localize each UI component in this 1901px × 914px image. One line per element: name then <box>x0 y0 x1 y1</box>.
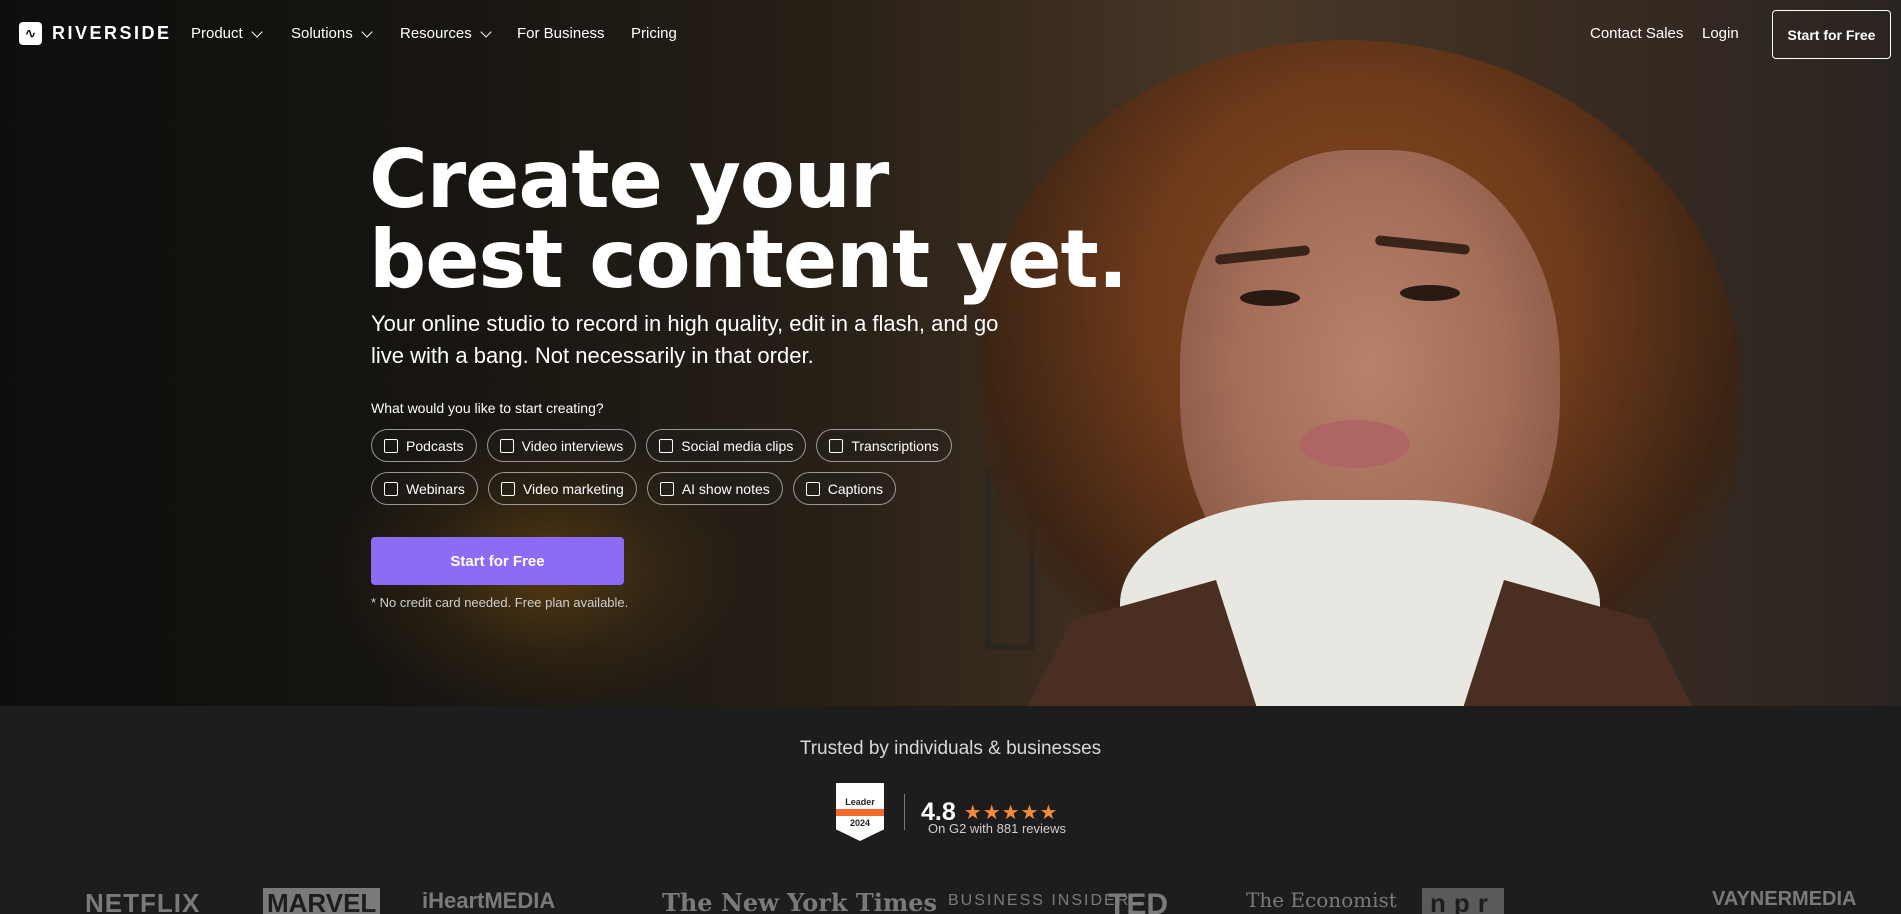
options-row: Podcasts Video interviews Social media c… <box>371 429 1011 462</box>
checkbox-icon <box>500 481 515 496</box>
marvel-logo: MARVEL <box>263 888 381 914</box>
option-transcriptions[interactable]: Transcriptions <box>816 429 952 462</box>
option-video-marketing[interactable]: Video marketing <box>487 472 637 505</box>
option-label: Video marketing <box>522 480 624 497</box>
no-credit-card-note: * No credit card needed. Free plan avail… <box>371 595 629 610</box>
portrait-eye-right <box>1400 285 1460 301</box>
login-link[interactable]: Login <box>1702 25 1739 42</box>
customer-logos: NETFLIX MARVEL iHeartMEDIA The New York … <box>0 880 1901 914</box>
option-ai-show-notes[interactable]: AI show notes <box>646 472 783 505</box>
badge-ribbon <box>836 808 884 816</box>
option-webinars[interactable]: Webinars <box>371 472 478 505</box>
nyt-logo: The New York Times <box>662 888 937 914</box>
checkbox-icon <box>829 438 844 453</box>
portrait-eye-left <box>1240 290 1300 306</box>
login-label: Login <box>1702 25 1739 42</box>
riverside-logo-icon: ∿ <box>19 22 42 45</box>
nav-item-label: Solutions <box>291 25 353 42</box>
option-video-interviews[interactable]: Video interviews <box>486 429 637 462</box>
option-podcasts[interactable]: Podcasts <box>371 429 477 462</box>
creation-options: Podcasts Video interviews Social media c… <box>371 429 1011 515</box>
option-label: Podcasts <box>406 437 464 454</box>
headline-line-2: best content yet. <box>369 213 1128 306</box>
nav-item-solutions[interactable]: Solutions <box>291 25 373 42</box>
nav-item-label: Resources <box>400 25 472 42</box>
chevron-down-icon <box>480 25 492 38</box>
economist-logo: The Economist <box>1246 888 1397 912</box>
badge-label: Leader <box>845 796 875 807</box>
hero-start-free-button[interactable]: Start for Free <box>371 537 624 585</box>
nav-item-label: For Business <box>517 25 605 42</box>
checkbox-icon <box>805 481 820 496</box>
checkbox-icon <box>659 438 674 453</box>
option-label: Social media clips <box>681 437 794 454</box>
checkbox-icon <box>499 438 514 453</box>
checkbox-icon <box>384 438 398 453</box>
nav-item-pricing[interactable]: Pricing <box>631 25 677 42</box>
option-label: Video interviews <box>521 437 624 454</box>
nav-item-label: Product <box>191 25 243 42</box>
badge-year: 2024 <box>849 817 871 828</box>
hero-subheading: Your online studio to record in high qua… <box>371 311 999 368</box>
top-navigation: ∿ RIVERSIDE Product Solutions Resources … <box>0 0 1901 70</box>
checkbox-icon <box>659 481 674 496</box>
option-captions[interactable]: Captions <box>792 472 897 505</box>
npr-logo: npr <box>1422 888 1504 914</box>
headline-line-1: Create your <box>369 133 889 226</box>
trust-heading: Trusted by individuals & businesses <box>799 738 1102 759</box>
chevron-down-icon <box>251 25 263 38</box>
vaynermedia-logo: VAYNERMEDIA <box>1712 888 1857 910</box>
nav-item-for-business[interactable]: For Business <box>517 25 605 42</box>
review-count: On G2 with 881 reviews <box>928 821 1067 836</box>
ted-logo: TED <box>1108 888 1168 914</box>
nav-item-resources[interactable]: Resources <box>400 25 492 42</box>
netflix-logo: NETFLIX <box>85 888 201 914</box>
brand-name: RIVERSIDE <box>52 23 172 43</box>
nav-item-label: Pricing <box>631 25 677 42</box>
iheartmedia-logo: iHeartMEDIA <box>422 888 556 913</box>
nav-start-free-button[interactable]: Start for Free <box>1772 10 1891 59</box>
business-insider-logo: BUSINESS INSIDER <box>948 892 1131 909</box>
options-row: Webinars Video marketing AI show notes C… <box>371 472 1011 505</box>
option-label: Transcriptions <box>851 437 939 454</box>
rating-divider <box>904 794 905 830</box>
option-label: Webinars <box>406 480 465 497</box>
brand-logo[interactable]: ∿ RIVERSIDE <box>19 22 172 45</box>
chevron-down-icon <box>361 25 373 38</box>
g2-leader-badge-icon: Leader 2024 <box>836 783 884 841</box>
checkbox-icon <box>384 481 398 496</box>
portrait-lips <box>1300 420 1410 468</box>
option-label: AI show notes <box>681 480 770 497</box>
contact-sales-label: Contact Sales <box>1590 25 1684 42</box>
hero-headline: Create your best content yet. <box>369 133 1128 306</box>
contact-sales-link[interactable]: Contact Sales <box>1590 25 1683 42</box>
nav-item-product[interactable]: Product <box>191 25 263 42</box>
creation-question: What would you like to start creating? <box>371 400 604 416</box>
option-label: Captions <box>827 480 884 497</box>
option-social-media-clips[interactable]: Social media clips <box>646 429 807 462</box>
